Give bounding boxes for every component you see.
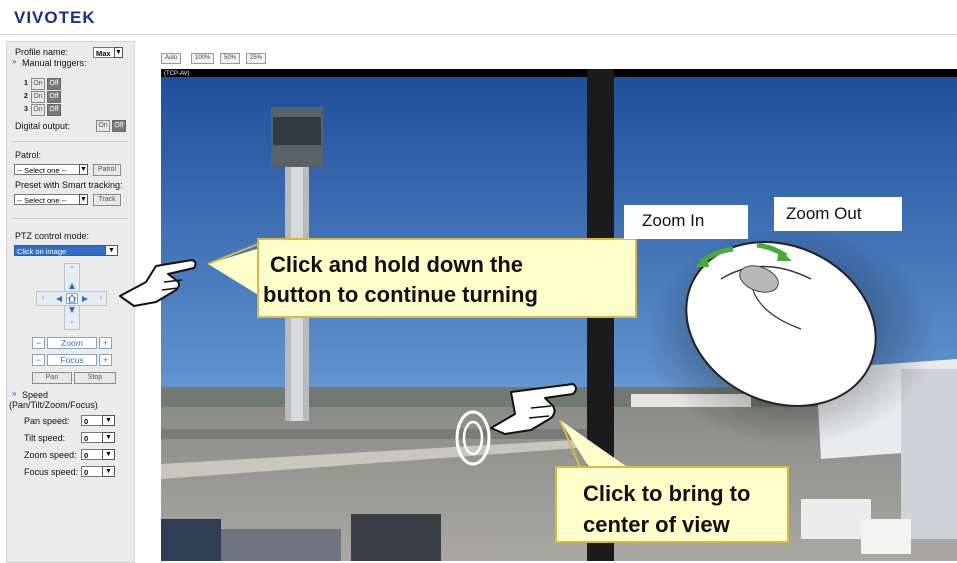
focus-speed-dropdown-icon[interactable]: ▼ xyxy=(102,466,115,477)
hand-pointer-icon xyxy=(455,383,577,466)
pan-speed-label: Pan speed: xyxy=(24,416,70,426)
preset-dropdown-icon[interactable]: ▼ xyxy=(79,194,88,205)
tilt-speed-label: Tilt speed: xyxy=(24,433,66,443)
pan-button[interactable]: Pan xyxy=(32,372,72,384)
pan-speed-select[interactable]: 0 xyxy=(81,415,103,426)
vivotek-logo: VIVOTEK xyxy=(14,8,96,27)
view-size-50-button[interactable]: 50% xyxy=(220,53,241,64)
pan-speed-dropdown-icon[interactable]: ▼ xyxy=(102,415,115,426)
center-callout-line2: center of view xyxy=(583,512,730,537)
tilt-speed-select[interactable]: 0 xyxy=(81,432,103,443)
digital-output-label: Digital output: xyxy=(15,121,71,131)
expand-chevron-icon[interactable]: » xyxy=(12,389,16,398)
focus-near-button[interactable]: − xyxy=(32,354,45,366)
zoom-out-label: Zoom Out xyxy=(786,204,862,223)
zoom-label: Zoom xyxy=(47,337,97,349)
center-callout-line1: Click to bring to xyxy=(583,481,751,506)
zoom-in-label: Zoom In xyxy=(642,211,705,230)
expand-chevron-icon[interactable]: » xyxy=(12,57,16,66)
ptz-home-icon[interactable] xyxy=(66,293,78,304)
patrol-dropdown-icon[interactable]: ▼ xyxy=(79,164,88,175)
ptz-mode-label: PTZ control mode: xyxy=(15,231,90,241)
profile-select[interactable]: Max xyxy=(93,47,115,58)
zoom-speed-label: Zoom speed: xyxy=(24,450,77,460)
hold-callout-line1: Click and hold down the xyxy=(270,252,523,277)
trigger-number: 2 xyxy=(24,93,28,100)
digital-output-on-button[interactable]: On xyxy=(96,120,110,132)
trigger-1-on-button[interactable]: On xyxy=(31,78,45,90)
profile-name-label: Profile name: xyxy=(15,47,69,57)
preset-select[interactable]: -- Select one -- xyxy=(14,194,80,205)
zoom-speed-dropdown-icon[interactable]: ▼ xyxy=(102,449,115,460)
focus-speed-label: Focus speed: xyxy=(24,467,79,477)
header-divider xyxy=(0,34,957,35)
profile-dropdown-icon[interactable]: ▼ xyxy=(114,47,123,58)
ptz-left-arrow-icon[interactable]: ‹ xyxy=(38,292,48,304)
patrol-button[interactable]: Patrol xyxy=(93,164,121,176)
trigger-2-on-button[interactable]: On xyxy=(31,91,45,103)
view-size-100-button[interactable]: 100% xyxy=(191,53,215,64)
speed-title: Speed xyxy=(22,390,49,400)
manual-triggers-label: Manual triggers: xyxy=(22,58,87,68)
view-size-25-button[interactable]: 25% xyxy=(246,53,267,64)
hold-callout-line2: button to continue turning xyxy=(263,282,538,307)
divider xyxy=(12,141,128,142)
ptz-mode-select[interactable]: Click on image xyxy=(14,245,106,256)
patrol-select[interactable]: -- Select one -- xyxy=(14,164,80,175)
preset-label: Preset with Smart tracking: xyxy=(15,180,123,190)
zoom-in-button[interactable]: + xyxy=(99,337,112,349)
tilt-speed-dropdown-icon[interactable]: ▼ xyxy=(102,432,115,443)
trigger-2-off-button[interactable]: Off xyxy=(47,91,61,103)
hold-callout-box xyxy=(207,238,637,318)
ptz-right-arrow-icon[interactable]: › xyxy=(96,292,106,304)
track-button[interactable]: Track xyxy=(93,194,121,206)
trigger-3-off-button[interactable]: Off xyxy=(47,104,61,116)
view-size-auto-button[interactable]: Auto xyxy=(161,53,182,64)
focus-speed-select[interactable]: 0 xyxy=(81,466,103,477)
divider xyxy=(12,218,128,219)
speed-subtitle: (Pan/Tilt/Zoom/Focus) xyxy=(9,400,98,410)
zoom-speed-select[interactable]: 0 xyxy=(81,449,103,460)
hand-pointer-icon xyxy=(119,259,197,307)
ptz-up-arrow-icon[interactable]: ⌃ xyxy=(64,265,80,277)
ptz-down-arrow-icon[interactable]: ⌄ xyxy=(64,316,80,328)
zoom-out-button[interactable]: − xyxy=(32,337,45,349)
patrol-label: Patrol: xyxy=(15,150,42,160)
trigger-1-off-button[interactable]: Off xyxy=(47,78,61,90)
trigger-number: 1 xyxy=(24,80,28,87)
digital-output-off-button[interactable]: Off xyxy=(112,120,126,132)
trigger-3-on-button[interactable]: On xyxy=(31,104,45,116)
focus-far-button[interactable]: + xyxy=(99,354,112,366)
stop-button[interactable]: Stop xyxy=(74,372,116,384)
stream-protocol-label: (TCP-AV) xyxy=(164,71,190,77)
focus-label: Focus xyxy=(47,354,97,366)
trigger-number: 3 xyxy=(24,106,28,113)
